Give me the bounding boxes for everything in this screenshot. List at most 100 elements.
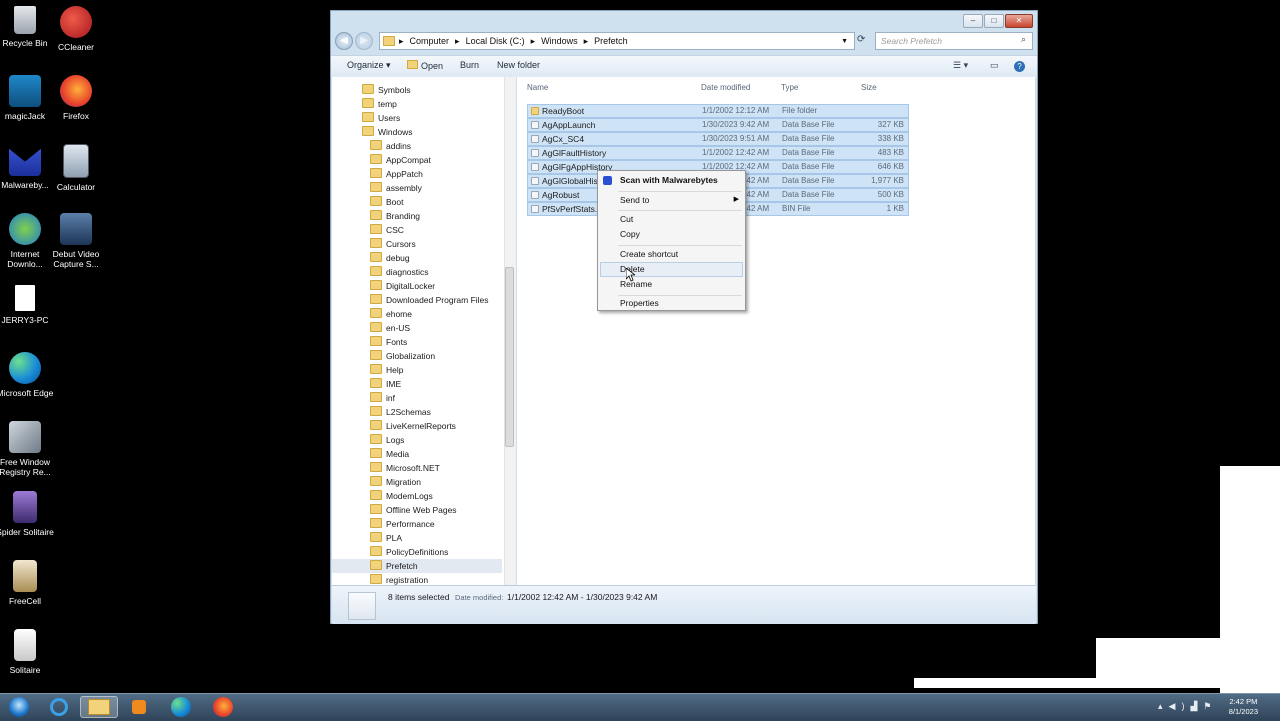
search-icon: ⌕ <box>1021 34 1027 44</box>
tree-item[interactable]: Migration <box>370 475 421 489</box>
explorer-window[interactable]: – □ ✕ ◀ ▶ ▸ Computer ▸ Local Disk (C:) ▸… <box>330 10 1038 624</box>
folder-icon <box>370 182 382 192</box>
desktop-icon-calculator[interactable]: Calculator <box>45 144 107 192</box>
tree-item[interactable]: IME <box>370 377 401 391</box>
column-header-size[interactable]: Size <box>861 83 877 92</box>
address-dropdown-icon[interactable]: ▼ <box>841 38 848 45</box>
tree-item[interactable]: Users <box>362 111 400 125</box>
column-header-type[interactable]: Type <box>781 83 798 92</box>
forward-button[interactable]: ▶ <box>355 32 373 50</box>
tree-item[interactable]: temp <box>362 97 397 111</box>
tree-item[interactable]: DigitalLocker <box>370 279 435 293</box>
context-menu[interactable]: Scan with Malwarebytes Send to ▶ Cut Cop… <box>597 170 746 311</box>
navigation-pane[interactable]: Symbols temp Users Windows addins AppCompat Ap… <box>332 77 516 585</box>
tree-item[interactable]: AppPatch <box>370 167 423 181</box>
taskbar-edge-button[interactable] <box>162 696 200 718</box>
tree-item[interactable]: Logs <box>370 433 404 447</box>
address-bar[interactable]: ▸ Computer ▸ Local Disk (C:) ▸ Windows ▸… <box>379 32 855 50</box>
menu-item-scan-malwarebytes[interactable]: Scan with Malwarebytes <box>620 175 718 185</box>
menu-item-rename[interactable]: Rename <box>620 279 652 289</box>
breadcrumb-computer[interactable]: Computer <box>410 36 450 46</box>
refresh-button[interactable]: ⟳ <box>857 34 865 45</box>
tree-item[interactable]: ModemLogs <box>370 489 433 503</box>
file-row[interactable]: AgGlFaultHistory 1/1/2002 12:42 AM Data Ba… <box>527 146 909 160</box>
tree-item[interactable]: ehome <box>370 307 412 321</box>
tree-item[interactable]: registration <box>370 573 428 585</box>
network-icon[interactable]: ▟ <box>1190 701 1203 711</box>
taskbar-explorer-button[interactable] <box>80 696 118 718</box>
desktop-icon-jerry3-pc[interactable]: JERRY3-PC <box>0 285 56 325</box>
tree-item[interactable]: Help <box>370 363 403 377</box>
tree-item[interactable]: Media <box>370 447 409 461</box>
desktop-icon-microsoft-edge[interactable]: Microsoft Edge <box>0 352 56 398</box>
tree-item[interactable]: Performance <box>370 517 435 531</box>
menu-item-cut[interactable]: Cut <box>620 214 633 224</box>
taskbar-firefox-button[interactable] <box>204 696 242 718</box>
show-hidden-icons-icon[interactable]: ▴ <box>1158 701 1169 711</box>
close-button[interactable]: ✕ <box>1005 14 1033 28</box>
tree-item[interactable]: inf <box>370 391 395 405</box>
menu-item-properties[interactable]: Properties <box>620 298 659 308</box>
file-row[interactable]: ReadyBoot 1/1/2002 12:12 AM File folder <box>527 104 909 118</box>
menu-item-create-shortcut[interactable]: Create shortcut <box>620 249 678 259</box>
menu-item-send-to[interactable]: Send to <box>620 195 649 205</box>
tree-item[interactable]: AppCompat <box>370 153 431 167</box>
breadcrumb-windows[interactable]: Windows <box>541 36 578 46</box>
tree-item[interactable]: Prefetch <box>332 559 502 573</box>
menu-item-copy[interactable]: Copy <box>620 229 640 239</box>
view-options-icon[interactable]: ☰ ▾ <box>953 60 968 71</box>
tree-item[interactable]: Microsoft.NET <box>370 461 440 475</box>
tree-item[interactable]: assembly <box>370 181 422 195</box>
desktop-icon-solitaire[interactable]: Solitaire <box>0 629 56 675</box>
file-row[interactable]: AgAppLaunch 1/30/2023 9:42 AM Data Base Fi… <box>527 118 909 132</box>
desktop-icon-firefox[interactable]: Firefox <box>45 75 107 121</box>
tree-item[interactable]: en-US <box>370 321 410 335</box>
breadcrumb-local-disk[interactable]: Local Disk (C:) <box>466 36 525 46</box>
tree-item[interactable]: Downloaded Program Files <box>370 293 489 307</box>
desktop-icon-freecell[interactable]: FreeCell <box>0 560 56 606</box>
column-header-name[interactable]: Name <box>527 83 548 92</box>
tree-item[interactable]: LiveKernelReports <box>370 419 456 433</box>
desktop-icon-ccleaner[interactable]: CCleaner <box>45 6 107 52</box>
tree-item[interactable]: Offline Web Pages <box>370 503 457 517</box>
tree-scrollbar-thumb[interactable] <box>505 267 514 447</box>
file-date: 1/1/2002 12:42 AM <box>702 148 770 157</box>
desktop-icon-spider-solitaire[interactable]: Spider Solitaire <box>0 491 56 537</box>
maximize-button[interactable]: □ <box>984 14 1004 28</box>
tree-item[interactable]: Branding <box>370 209 420 223</box>
tree-item[interactable]: PolicyDefinitions <box>370 545 448 559</box>
tree-item[interactable]: Globalization <box>370 349 435 363</box>
tree-item[interactable]: PLA <box>370 531 402 545</box>
start-button[interactable] <box>0 696 38 718</box>
volume-icon[interactable]: ◀) <box>1169 701 1191 711</box>
organize-button[interactable]: Organize ▾ <box>347 60 391 71</box>
column-header-date[interactable]: Date modified <box>701 83 750 92</box>
tree-item[interactable]: Cursors <box>370 237 416 251</box>
desktop-icon-debut-video[interactable]: Debut Video Capture S... <box>45 213 107 269</box>
tree-item[interactable]: Boot <box>370 195 404 209</box>
tree-item[interactable]: Symbols <box>362 83 411 97</box>
breadcrumb-prefetch[interactable]: Prefetch <box>594 36 628 46</box>
minimize-button[interactable]: – <box>963 14 983 28</box>
system-clock[interactable]: 2:42 PM 8/1/2023 <box>1229 697 1258 717</box>
flag-icon[interactable]: ⚑ <box>1203 701 1217 711</box>
new-folder-button[interactable]: New folder <box>497 60 540 70</box>
tree-item[interactable]: CSC <box>370 223 404 237</box>
open-button[interactable]: Open <box>407 60 443 71</box>
preview-pane-icon[interactable]: ▭ <box>990 60 999 71</box>
search-input[interactable]: Search Prefetch <box>875 32 1033 50</box>
desktop-icon-registry-repair[interactable]: Free Window Registry Re... <box>0 421 56 477</box>
tree-item[interactable]: L2Schemas <box>370 405 431 419</box>
tree-item[interactable]: Fonts <box>370 335 407 349</box>
taskbar-ie-button[interactable] <box>40 696 78 718</box>
tree-item[interactable]: debug <box>370 251 410 265</box>
tree-item[interactable]: Windows <box>362 125 412 139</box>
taskbar-media-player-button[interactable] <box>120 696 158 718</box>
tree-item[interactable]: addins <box>370 139 411 153</box>
back-button[interactable]: ◀ <box>335 32 353 50</box>
help-icon[interactable]: ? <box>1014 61 1025 72</box>
tree-item[interactable]: diagnostics <box>370 265 429 279</box>
file-row[interactable]: AgCx_SC4 1/30/2023 9:51 AM Data Base File 3… <box>527 132 909 146</box>
file-list-pane[interactable]: Name Date modified Type Size ReadyBoot 1/… <box>517 77 1035 585</box>
burn-button[interactable]: Burn <box>460 60 479 70</box>
